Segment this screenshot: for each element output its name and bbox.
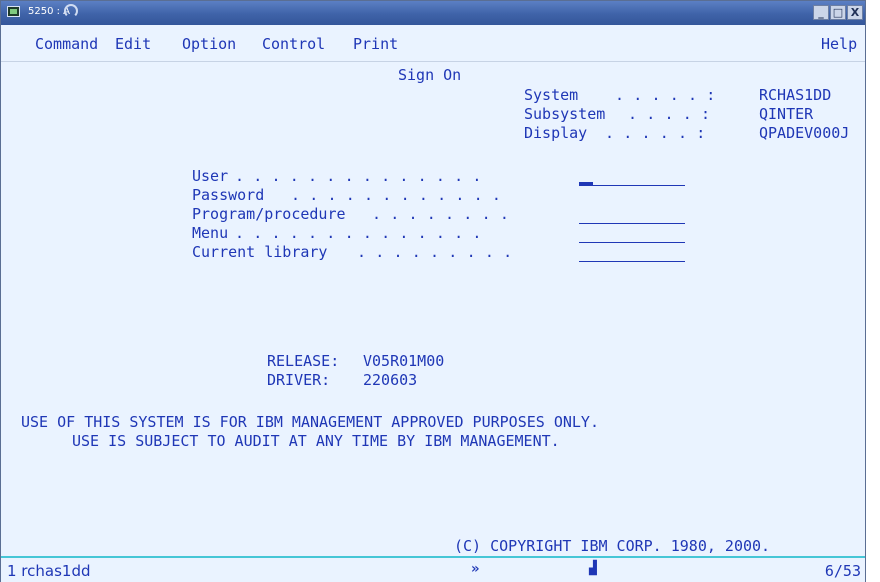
system-dots: . . . . . : bbox=[615, 86, 716, 104]
subsystem-label: Subsystem bbox=[524, 105, 606, 123]
driver-label: DRIVER: bbox=[267, 371, 331, 389]
menu-option[interactable]: Option bbox=[182, 35, 236, 53]
title-bar[interactable]: 5250 : A _ □ X bbox=[1, 1, 865, 25]
system-value: RCHAS1DD bbox=[759, 86, 832, 104]
menu-control[interactable]: Control bbox=[262, 35, 325, 53]
release-label: RELEASE: bbox=[267, 352, 340, 370]
user-dots: . . . . . . . . . . . . . . bbox=[235, 167, 482, 185]
menu-bar: Command Edit Option Control Print Help bbox=[1, 25, 865, 62]
current-library-label: Current library bbox=[192, 243, 328, 261]
emulator-window: 5250 : A _ □ X Command Edit Option Contr… bbox=[0, 0, 866, 582]
keyboard-lock-icon: ▟ bbox=[589, 561, 597, 576]
menu-input[interactable] bbox=[579, 225, 685, 243]
menu-command[interactable]: Command bbox=[35, 35, 98, 53]
subsystem-value: QINTER bbox=[759, 105, 814, 123]
minimize-button[interactable]: _ bbox=[813, 5, 829, 20]
subsystem-dots: . . . . : bbox=[628, 105, 711, 123]
session-connection-icon bbox=[64, 4, 78, 18]
program-procedure-label: Program/procedure bbox=[192, 205, 346, 223]
password-label: Password bbox=[192, 186, 265, 204]
text-cursor bbox=[579, 182, 593, 185]
window-controls: _ □ X bbox=[813, 5, 863, 20]
terminal-app-icon bbox=[7, 6, 20, 17]
screen-heading: Sign On bbox=[398, 66, 462, 84]
current-library-input[interactable] bbox=[579, 244, 685, 262]
program-procedure-input[interactable] bbox=[579, 206, 685, 224]
maximize-button[interactable]: □ bbox=[830, 5, 846, 20]
display-value: QPADEV000J bbox=[759, 124, 850, 142]
menu-label: Menu bbox=[192, 224, 229, 242]
password-input[interactable] bbox=[579, 187, 685, 205]
release-value: V05R01M00 bbox=[363, 352, 445, 370]
terminal-screen: Sign On System . . . . . : RCHAS1DD Subs… bbox=[1, 62, 865, 556]
program-procedure-dots: . . . . . . . . bbox=[372, 205, 509, 223]
session-name: 1 rchas1dd bbox=[7, 562, 91, 580]
user-input[interactable] bbox=[579, 168, 685, 186]
display-label: Display bbox=[524, 124, 588, 142]
menu-dots: . . . . . . . . . . . . . . bbox=[235, 224, 482, 242]
copyright-text: (C) COPYRIGHT IBM CORP. 1980, 2000. bbox=[454, 537, 771, 555]
system-label: System bbox=[524, 86, 579, 104]
close-button[interactable]: X bbox=[847, 5, 863, 20]
display-dots: . . . . . : bbox=[605, 124, 706, 142]
cursor-position: 6/53 bbox=[824, 562, 861, 580]
current-library-dots: . . . . . . . . . bbox=[357, 243, 513, 261]
usage-notice-line1: USE OF THIS SYSTEM IS FOR IBM MANAGEMENT… bbox=[21, 413, 599, 431]
menu-print[interactable]: Print bbox=[353, 35, 398, 53]
menu-edit[interactable]: Edit bbox=[115, 35, 151, 53]
menu-help[interactable]: Help bbox=[821, 35, 857, 53]
password-dots: . . . . . . . . . . . . bbox=[291, 186, 502, 204]
user-label: User bbox=[192, 167, 229, 185]
status-bar: 1 rchas1dd » ▟ 6/53 bbox=[1, 556, 865, 582]
forward-arrow-icon: » bbox=[471, 561, 480, 577]
usage-notice-line2: USE IS SUBJECT TO AUDIT AT ANY TIME BY I… bbox=[72, 432, 560, 450]
driver-value: 220603 bbox=[363, 371, 418, 389]
